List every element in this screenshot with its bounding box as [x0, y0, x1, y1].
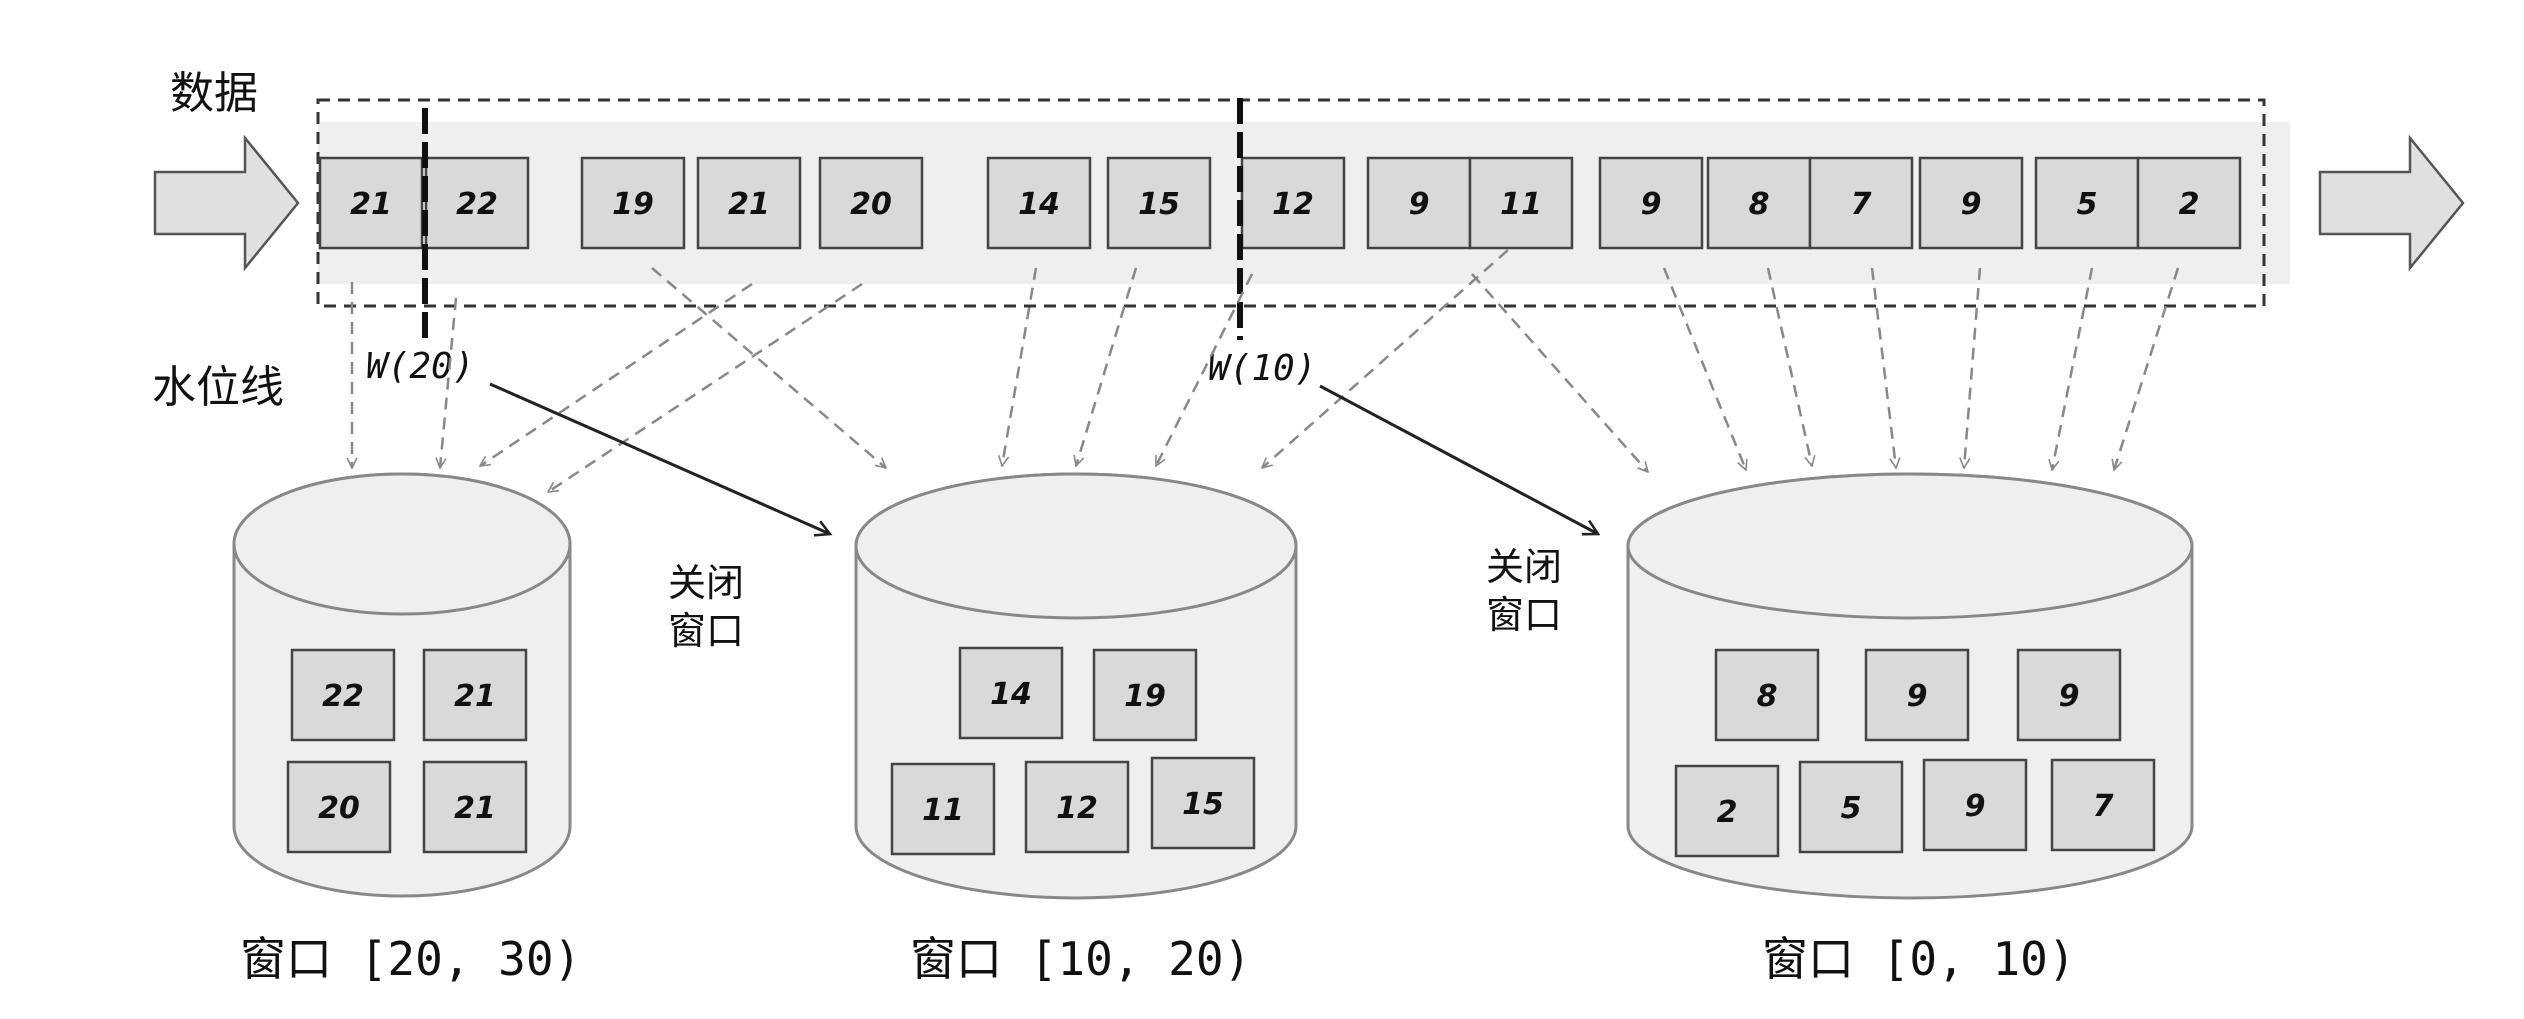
stream-item-value: 22 [456, 187, 498, 222]
stream-item: 9 [1598, 156, 1704, 250]
data-label: 数据 [170, 68, 258, 119]
window-item: 2 [1674, 764, 1780, 858]
stream-item: 12 [1240, 156, 1346, 250]
stream-item: 15 [1106, 156, 1212, 250]
watermark-label: 水位线 [152, 362, 284, 413]
stream-item: 2 [2136, 156, 2242, 250]
stream-item-value: 9 [1961, 187, 1982, 222]
window-title-10-20: 窗口 [10, 20) [910, 932, 1251, 986]
stream-item: 9 [1366, 156, 1472, 250]
stream-item: 11 [1468, 156, 1574, 250]
watermark-window-diagram: 数据 水位线 21 22 19 21 20 14 15 12 9 11 9 8 7 9 5 2 W(20) W… [152, 68, 2465, 986]
stream-item-value: 21 [728, 187, 770, 222]
routing-arrow [1471, 273, 1648, 472]
stream-item-value: 19 [612, 187, 654, 222]
window-item-value: 7 [2093, 789, 2114, 824]
window-bucket-20-30: 22 21 20 21 [232, 472, 572, 898]
window-item: 19 [1092, 648, 1198, 742]
window-item-value: 15 [1182, 787, 1224, 822]
stream-item-value: 20 [850, 187, 892, 222]
stream-item: 19 [580, 156, 686, 250]
watermark-w10-label: W(10) [1208, 348, 1316, 389]
routing-arrow [651, 267, 886, 468]
routing-arrow [1870, 267, 1896, 468]
window-item-value: 12 [1056, 791, 1098, 826]
window-item: 9 [1864, 648, 1970, 742]
close-window-label-2b: 窗口 [1486, 593, 1562, 637]
stream-item-value: 2 [2179, 187, 2200, 222]
window-item-value: 2 [1717, 795, 1738, 830]
window-item-value: 9 [1965, 789, 1986, 824]
window-item-value: 22 [322, 679, 364, 714]
stream-item-value: 15 [1138, 187, 1180, 222]
close-window-label-1b: 窗口 [668, 609, 744, 653]
routing-arrow [1076, 267, 1138, 466]
stream-item: 22 [424, 156, 530, 250]
window-bucket-0-10: 8 9 9 2 5 9 7 [1626, 472, 2194, 900]
window-bucket-10-20: 14 19 11 12 15 [854, 472, 1298, 900]
window-item: 22 [290, 648, 396, 742]
window-title-20-30: 窗口 [20, 30) [240, 932, 581, 986]
routing-arrow [1662, 267, 1746, 470]
stream-item: 9 [1918, 156, 2024, 250]
stream-item: 14 [986, 156, 1092, 250]
window-item: 7 [2050, 758, 2156, 852]
window-item: 5 [1798, 760, 1904, 854]
stream-item-value: 11 [1500, 187, 1542, 222]
stream-output-arrow [2318, 134, 2465, 272]
routing-arrow [1766, 267, 1812, 466]
window-item: 14 [958, 646, 1064, 740]
window-bucket-10-20-lid [854, 472, 1298, 620]
stream-item: 7 [1808, 156, 1914, 250]
window-item: 21 [422, 760, 528, 854]
window-item: 8 [1714, 648, 1820, 742]
stream-item-value: 7 [1851, 187, 1872, 222]
stream-item-value: 9 [1641, 187, 1662, 222]
stream-item-value: 9 [1409, 187, 1430, 222]
window-bucket-0-10-lid [1626, 472, 2194, 620]
stream-item: 5 [2034, 156, 2140, 250]
stream-item: 20 [818, 156, 924, 250]
window-item: 11 [890, 762, 996, 856]
stream-item-value: 5 [2077, 187, 2098, 222]
routing-arrow [2114, 267, 2180, 470]
window-item-value: 9 [2059, 679, 2080, 714]
close-window-arrow-2 [1319, 384, 1598, 534]
routing-arrow [1964, 267, 1982, 468]
close-window-label-1a: 关闭 [668, 561, 744, 605]
stream-item: 8 [1706, 156, 1812, 250]
stream-item-value: 12 [1272, 187, 1314, 222]
window-item-value: 20 [318, 791, 360, 826]
window-item: 21 [422, 648, 528, 742]
window-item-value: 8 [1757, 679, 1778, 714]
window-title-0-10: 窗口 [0, 10) [1762, 932, 2076, 986]
stream-item-value: 21 [350, 187, 392, 222]
window-item-value: 21 [454, 679, 496, 714]
window-item: 20 [286, 760, 392, 854]
window-item-value: 11 [922, 793, 964, 828]
window-bucket-20-30-lid [232, 472, 572, 616]
window-item-value: 19 [1124, 679, 1166, 714]
window-item-value: 14 [990, 677, 1032, 712]
window-item: 9 [2016, 648, 2122, 742]
stream-item: 21 [696, 156, 802, 250]
stream-item-value: 14 [1018, 187, 1060, 222]
stream-item: 21 [318, 156, 424, 250]
window-item-value: 5 [1841, 791, 1862, 826]
routing-arrow [1002, 267, 1038, 466]
window-item: 12 [1024, 760, 1130, 854]
stream-item-value: 8 [1749, 187, 1770, 222]
stream-input-arrow [153, 134, 300, 272]
window-buckets: 22 21 20 21 14 19 11 12 15 8 9 9 2 5 9 7 [232, 472, 2194, 900]
window-item-value: 21 [454, 791, 496, 826]
close-window-label-2a: 关闭 [1486, 545, 1562, 589]
window-item: 9 [1922, 758, 2028, 852]
stream-items: 21 22 19 21 20 14 15 12 9 11 9 8 7 9 5 2 [318, 156, 2242, 250]
window-item-value: 9 [1907, 679, 1928, 714]
watermark-w20-label: W(20) [366, 346, 474, 387]
routing-arrow [2052, 267, 2094, 470]
window-item: 15 [1150, 756, 1256, 850]
